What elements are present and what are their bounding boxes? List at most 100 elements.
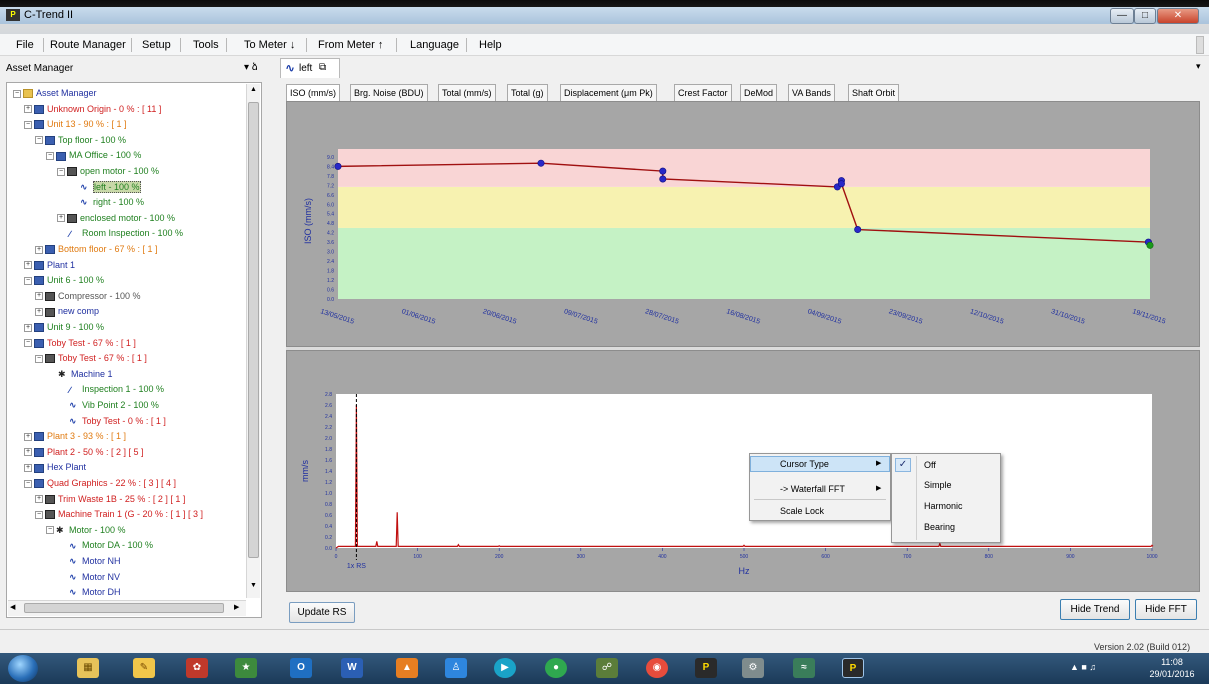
tree-node[interactable]: ∿ Motor NV (57, 571, 120, 583)
media-player-icon[interactable]: ▶ (494, 658, 516, 678)
expand-icon[interactable]: + (35, 292, 43, 301)
expand-icon[interactable]: + (24, 464, 32, 473)
submenu-off[interactable]: Off (924, 458, 936, 472)
collapse-icon[interactable]: − (46, 526, 54, 535)
collapse-icon[interactable]: − (24, 120, 32, 129)
tree-node[interactable]: + new comp (35, 305, 99, 317)
tab-demod[interactable]: DeMod (740, 84, 778, 102)
scroll-down-icon[interactable]: ▼ (248, 582, 259, 593)
tree-node[interactable]: + enclosed motor - 100 % (57, 212, 175, 224)
tree-node[interactable]: − Unit 6 - 100 % (24, 274, 104, 286)
network-app-icon[interactable]: ★ (235, 658, 257, 678)
expand-icon[interactable]: + (35, 308, 43, 317)
submenu-simple[interactable]: Simple (924, 478, 952, 492)
tree-horizontal-scrollbar[interactable]: ◀ ▶ (8, 600, 246, 616)
hide-fft-button[interactable]: Hide FFT (1135, 599, 1197, 620)
submenu-bearing[interactable]: Bearing (924, 520, 955, 534)
menu-route-manager[interactable]: Route Manager (50, 39, 126, 51)
scroll-right-icon[interactable]: ▶ (234, 603, 239, 611)
menu-help[interactable]: Help (479, 39, 502, 51)
chrome-icon[interactable]: ◉ (646, 658, 668, 678)
tree-node[interactable]: − Top floor - 100 % (35, 134, 126, 146)
tree-node[interactable]: ∕ Room Inspection - 100 % (57, 227, 183, 239)
tree-node[interactable]: ✱ Machine 1 (46, 368, 113, 380)
tray-icons[interactable]: ▲ ■ ♫ (1070, 662, 1096, 672)
tree-hscroll-thumb[interactable] (24, 603, 224, 613)
tree-node[interactable]: − Toby Test - 67 % : [ 1 ] (35, 352, 147, 364)
menu-setup[interactable]: Setup (142, 39, 171, 51)
maximize-button[interactable]: □ (1134, 8, 1156, 24)
user-app-icon[interactable]: ♙ (445, 658, 467, 678)
menu-scale-lock[interactable]: Scale Lock (780, 504, 824, 518)
chart-splitter[interactable] (286, 346, 1200, 351)
expand-icon[interactable]: + (24, 261, 32, 270)
document-tabs-dropdown-icon[interactable]: ▾ (1196, 61, 1201, 72)
tool-app-icon[interactable]: ☍ (596, 658, 618, 678)
hide-trend-button[interactable]: Hide Trend (1060, 599, 1130, 620)
tab-total-g[interactable]: Total (g) (507, 84, 548, 102)
tree-node[interactable]: − Machine Train 1 (G - 20 % : [ 1 ] [ 3 ] (35, 508, 203, 520)
collapse-icon[interactable]: − (24, 276, 32, 285)
expand-icon[interactable]: + (35, 245, 43, 254)
tree-node[interactable]: + Plant 1 (24, 259, 75, 271)
notes-app-icon[interactable]: ✎ (133, 658, 155, 678)
tree-vertical-scrollbar[interactable]: ▲ ▼ (246, 84, 260, 598)
update-rs-button[interactable]: Update RS (289, 602, 355, 623)
start-button-icon[interactable] (8, 655, 38, 682)
tree-node[interactable]: ∿ left - 100 % (68, 180, 141, 193)
fft-chart[interactable]: 0.0 0.2 0.4 0.6 0.8 1.0 1.2 1.4 1.6 1.8 2.0 2.2 2.4 2… (288, 352, 1198, 590)
tab-crest-factor[interactable]: Crest Factor (674, 84, 732, 102)
tab-total-mm-s[interactable]: Total (mm/s) (438, 84, 496, 102)
word-icon[interactable]: W (341, 658, 363, 678)
menu-overflow-grip[interactable] (1196, 36, 1204, 54)
tree-node[interactable]: − ✱ Motor - 100 % (46, 524, 126, 536)
menu-file[interactable]: File (16, 39, 34, 51)
tree-node[interactable]: + Hex Plant (24, 461, 86, 473)
collapse-icon[interactable]: − (57, 167, 65, 176)
expand-icon[interactable]: + (35, 495, 43, 504)
tree-node[interactable]: ∿ Motor DA - 100 % (57, 539, 153, 551)
tree-node[interactable]: ∿ Vib Point 2 - 100 % (57, 399, 159, 411)
tree-node[interactable]: + Unit 9 - 100 % (24, 321, 104, 333)
collapse-icon[interactable]: − (46, 152, 54, 161)
tree-node[interactable]: + Plant 2 - 50 % : [ 2 ] [ 5 ] (24, 446, 144, 458)
tab-bearing-noise[interactable]: Brg. Noise (BDU) (350, 84, 428, 102)
tree-node[interactable]: ∿ right - 100 % (68, 196, 144, 208)
tree-node[interactable]: − MA Office - 100 % (46, 149, 141, 161)
settings-app-icon[interactable]: ⚙ (742, 658, 764, 678)
tree-node[interactable]: − Unit 13 - 90 % : [ 1 ] (24, 118, 127, 130)
tree-node[interactable]: + Compressor - 100 % (35, 290, 141, 302)
tree-node[interactable]: − Toby Test - 67 % : [ 1 ] (24, 337, 136, 349)
globe-app-icon[interactable]: ● (545, 658, 567, 678)
tree-node[interactable]: + Bottom floor - 67 % : [ 1 ] (35, 243, 158, 255)
asset-tree[interactable]: − Asset Manager + Unknown Origin - 0 % : [ … (6, 82, 262, 618)
tree-scroll-thumb[interactable] (248, 102, 259, 558)
tree-node[interactable]: + Trim Waste 1B - 25 % : [ 2 ] [ 1 ] (35, 493, 185, 505)
expand-icon[interactable]: + (24, 448, 32, 457)
vlc-icon[interactable]: ▲ (396, 658, 418, 678)
menu-cursor-type[interactable]: Cursor Type (780, 457, 829, 471)
expand-icon[interactable]: + (24, 432, 32, 441)
tree-node[interactable]: ∿ Motor DH (57, 586, 121, 598)
tab-close-icon[interactable]: ⧉ (319, 62, 326, 73)
scroll-up-icon[interactable]: ▲ (248, 86, 259, 97)
trend-chart[interactable]: 0.0 0.6 1.2 1.8 2.4 3.0 3.6 4.2 4.8 5.4 6.0 6.6 7.2 7… (288, 103, 1198, 345)
tree-node[interactable]: + Unknown Origin - 0 % : [ 11 ] (24, 103, 161, 115)
tab-va-bands[interactable]: VA Bands (788, 84, 835, 102)
tree-node[interactable]: ∕ Inspection 1 - 100 % (57, 383, 164, 395)
taskbar-clock[interactable]: 11:08 29/01/2016 (1144, 656, 1200, 680)
scroll-left-icon[interactable]: ◀ (10, 603, 15, 611)
tree-node[interactable]: − Quad Graphics - 22 % : [ 3 ] [ 4 ] (24, 477, 176, 489)
submenu-harmonic[interactable]: Harmonic (924, 499, 963, 513)
file-explorer-icon[interactable]: ▦ (77, 658, 99, 678)
tree-node[interactable]: − Asset Manager (13, 87, 97, 99)
collapse-icon[interactable]: − (35, 510, 43, 519)
outlook-icon[interactable]: O (290, 658, 312, 678)
menu-language[interactable]: Language (410, 39, 459, 51)
tab-displacement[interactable]: Displacement (μm Pk) (560, 84, 657, 102)
menu-waterfall-fft[interactable]: -> Waterfall FFT (780, 482, 845, 496)
collapse-icon[interactable]: − (35, 354, 43, 363)
collapse-icon[interactable]: − (24, 479, 32, 488)
minimize-button[interactable]: — (1110, 8, 1134, 24)
tree-node[interactable]: ∿ Toby Test - 0 % : [ 1 ] (57, 415, 166, 427)
